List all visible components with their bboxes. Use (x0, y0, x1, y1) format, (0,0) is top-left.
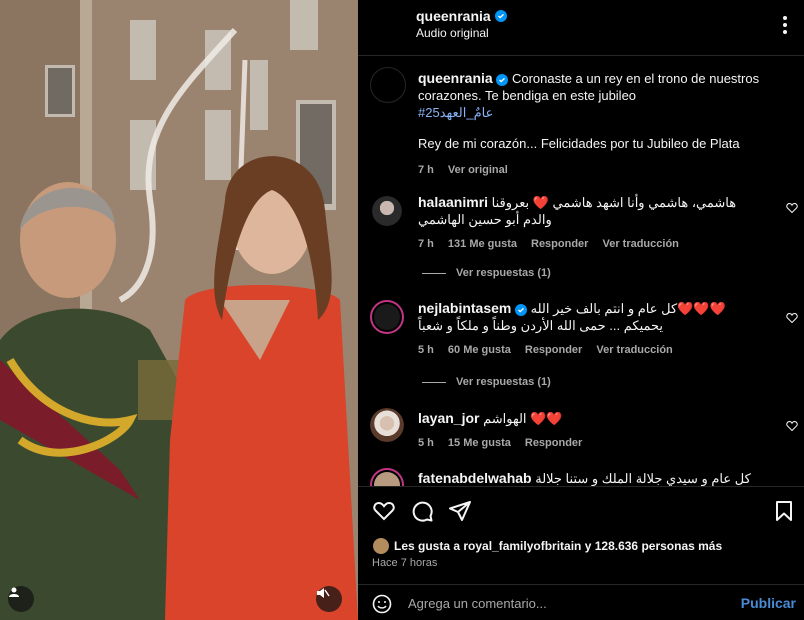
caption: queenrania Coronaste a un rey en el tron… (418, 70, 788, 179)
caption-hashtag[interactable]: #25عامٌ_العهد (418, 104, 788, 121)
see-translation-link[interactable]: Ver traducción (602, 236, 678, 253)
comment-time: 5 h (418, 437, 434, 449)
comment-meta: 5 h 60 Me gusta Responder Ver traducción (418, 342, 758, 359)
speaker-muted-icon (317, 588, 330, 598)
post-side-panel: queenrania Audio original queenrania Cor… (358, 0, 804, 620)
post-header: queenrania Audio original (358, 0, 804, 56)
tagged-users-button[interactable] (8, 586, 34, 612)
reply-button[interactable]: Responder (531, 236, 588, 253)
verified-badge-icon (494, 10, 507, 22)
publish-button[interactable]: Publicar (741, 595, 796, 611)
comment-input[interactable] (408, 593, 708, 613)
commenter-avatar[interactable] (370, 300, 404, 334)
commenter-avatar[interactable] (372, 196, 402, 226)
share-send-icon[interactable] (448, 499, 472, 523)
reply-button[interactable]: Responder (525, 435, 582, 452)
view-replies-button[interactable]: Ver respuestas (1) (422, 267, 551, 279)
see-original-link[interactable]: Ver original (448, 162, 508, 179)
comment-time: 7 h (418, 238, 434, 250)
likes-text[interactable]: Les gusta a royal_familyofbritain y 128.… (394, 539, 722, 553)
view-replies-label[interactable]: Ver respuestas (1) (456, 267, 551, 279)
divider (422, 381, 446, 383)
user-icon (9, 587, 19, 597)
caption-meta: 7 h Ver original (418, 162, 788, 179)
commenter-avatar[interactable] (370, 468, 404, 486)
post-media[interactable] (0, 0, 358, 620)
like-comment-icon[interactable] (786, 202, 798, 214)
comment-likes[interactable]: 15 Me gusta (448, 435, 511, 452)
likes-summary[interactable]: Les gusta a royal_familyofbritain y 128.… (372, 537, 722, 555)
commenter-name[interactable]: layan_jor (418, 410, 479, 426)
like-comment-icon[interactable] (786, 312, 798, 324)
commenter-avatar[interactable] (370, 408, 404, 442)
caption-author[interactable]: queenrania (418, 70, 493, 86)
mute-button[interactable] (316, 586, 342, 612)
post-time[interactable]: Hace 7 horas (372, 557, 437, 569)
verified-badge-icon (496, 73, 509, 86)
comment-text: ❤️❤️ الهواشم (483, 411, 563, 426)
post-author[interactable]: queenrania (416, 8, 507, 24)
commenter-name[interactable]: fatenabdelwahab (418, 470, 532, 486)
commenter-name[interactable]: halaanimri (418, 194, 488, 210)
divider (422, 272, 446, 274)
reply-button[interactable]: Responder (525, 342, 582, 359)
comment-likes[interactable]: 131 Me gusta (448, 236, 517, 253)
comment-meta: 7 h 131 Me gusta Responder Ver traducció… (418, 236, 758, 253)
caption-author-avatar[interactable] (370, 67, 406, 103)
view-replies-button[interactable]: Ver respuestas (1) (422, 376, 551, 388)
commenter-name[interactable]: nejlabintasem (418, 300, 511, 316)
add-comment-bar: Publicar (358, 584, 804, 620)
post-actions: Les gusta a royal_familyofbritain y 128.… (358, 486, 804, 584)
more-options-icon[interactable] (782, 14, 788, 36)
emoji-icon[interactable] (372, 594, 392, 614)
bookmark-icon[interactable] (772, 499, 796, 523)
post-photo (0, 0, 358, 620)
comment-meta: 5 h 15 Me gusta Responder (418, 435, 758, 452)
comment-bubble-icon[interactable] (410, 499, 434, 523)
comment: fatenabdelwahab كل عام و سيدي جلالة المل… (358, 466, 804, 486)
see-translation-link[interactable]: Ver traducción (596, 342, 672, 359)
like-heart-icon[interactable] (372, 499, 396, 523)
comment-time: 5 h (418, 344, 434, 356)
post-author-name[interactable]: queenrania (416, 8, 491, 24)
like-comment-icon[interactable] (786, 420, 798, 432)
caption-time: 7 h (418, 164, 434, 176)
audio-link[interactable]: Audio original (416, 26, 489, 40)
caption-translation: Rey de mi corazón... Felicidades por tu … (418, 136, 740, 151)
verified-badge-icon (515, 303, 527, 316)
liker-avatar (372, 537, 390, 555)
view-replies-label[interactable]: Ver respuestas (1) (456, 376, 551, 388)
comment-likes[interactable]: 60 Me gusta (448, 342, 511, 359)
